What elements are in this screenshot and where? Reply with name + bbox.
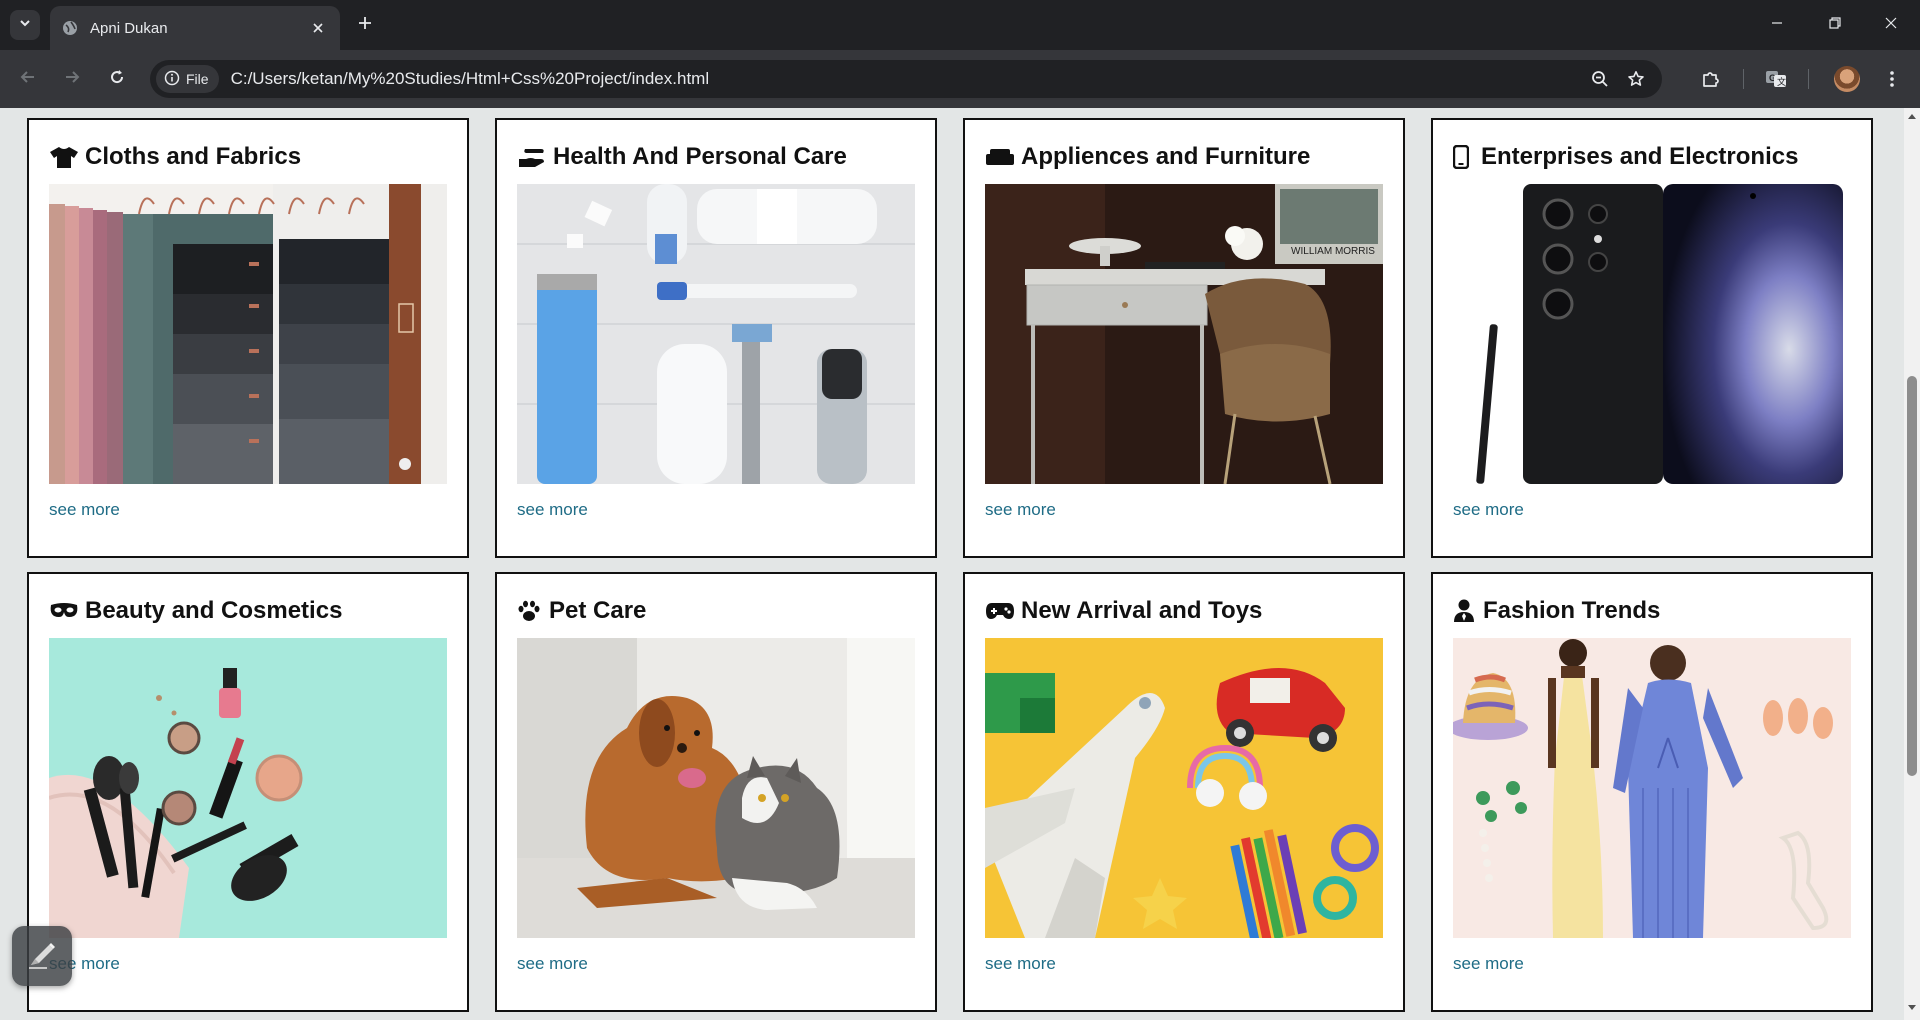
mask-icon: [49, 598, 79, 624]
arrow-left-icon: [19, 68, 37, 91]
scrollbar-thumb[interactable]: [1907, 376, 1917, 776]
new-tab-button[interactable]: [352, 12, 378, 38]
toolbar-divider: [1808, 69, 1809, 89]
svg-text:文: 文: [1777, 76, 1786, 87]
tshirt-icon: [49, 144, 79, 170]
minimize-button[interactable]: [1748, 0, 1806, 50]
page-content: Cloths and Fabrics see more Health And P…: [0, 108, 1904, 1020]
puzzle-icon[interactable]: [1695, 63, 1727, 95]
see-more-link[interactable]: see more: [517, 500, 588, 520]
page-scrollbar[interactable]: [1904, 108, 1920, 1020]
info-icon: [164, 70, 180, 89]
hand-holding-icon: [517, 144, 547, 170]
see-more-link[interactable]: see more: [985, 954, 1056, 974]
scroll-down-arrow-icon[interactable]: [1904, 1004, 1920, 1016]
user-tie-icon: [1453, 598, 1477, 624]
minimize-icon: [1770, 16, 1784, 35]
card-title: Appliences and Furniture: [1021, 143, 1311, 170]
category-image[interactable]: [49, 638, 447, 938]
address-bar[interactable]: File C:/Users/ketan/My%20Studies/Html+Cs…: [150, 60, 1662, 98]
see-more-link[interactable]: see more: [985, 500, 1056, 520]
category-card: Beauty and Cosmetics see more: [27, 572, 469, 1012]
category-image[interactable]: [517, 638, 915, 938]
see-more-link[interactable]: see more: [49, 500, 120, 520]
close-icon: [1884, 16, 1898, 35]
category-card: Cloths and Fabrics see more: [27, 118, 469, 558]
close-window-button[interactable]: [1862, 0, 1920, 50]
card-title: Fashion Trends: [1483, 597, 1661, 624]
card-title: Enterprises and Electronics: [1481, 143, 1799, 170]
card-header: Enterprises and Electronics: [1453, 140, 1851, 174]
category-image[interactable]: [49, 184, 447, 484]
category-image[interactable]: [1453, 184, 1851, 484]
category-card: New Arrival and Toys see more: [963, 572, 1405, 1012]
site-chip-label: File: [186, 71, 209, 87]
card-header: Health And Personal Care: [517, 140, 915, 174]
chevron-down-icon: [18, 16, 32, 35]
active-tab[interactable]: Apni Dukan: [50, 6, 340, 50]
couch-icon: [985, 144, 1015, 170]
avatar[interactable]: [1834, 66, 1860, 92]
card-header: Pet Care: [517, 594, 915, 628]
see-more-link[interactable]: see more: [517, 954, 588, 974]
card-header: Beauty and Cosmetics: [49, 594, 447, 628]
card-header: Cloths and Fabrics: [49, 140, 447, 174]
forward-button[interactable]: [56, 63, 88, 95]
restore-icon: [1828, 16, 1842, 35]
reload-button[interactable]: [101, 63, 133, 95]
site-info-chip[interactable]: File: [156, 65, 219, 93]
pen-icon: [25, 937, 59, 976]
category-card: Health And Personal Care see more: [495, 118, 937, 558]
scroll-up-arrow-icon[interactable]: [1904, 112, 1920, 124]
browser-toolbar: File C:/Users/ketan/My%20Studies/Html+Cs…: [0, 50, 1920, 108]
svg-text:WILLIAM MORRIS: WILLIAM MORRIS: [1291, 246, 1375, 257]
category-card: Fashion Trends see more: [1431, 572, 1873, 1012]
reload-icon: [108, 68, 126, 91]
arrow-right-icon: [63, 68, 81, 91]
toolbar-divider: [1743, 69, 1744, 89]
category-image[interactable]: [1453, 638, 1851, 938]
tab-title: Apni Dukan: [90, 19, 168, 37]
category-image[interactable]: [985, 638, 1383, 938]
floating-pen-widget[interactable]: [12, 926, 72, 986]
mobile-phone-icon: [1453, 144, 1475, 170]
gamepad-icon: [985, 598, 1015, 624]
tab-search-button[interactable]: [10, 10, 40, 40]
card-title: Beauty and Cosmetics: [85, 597, 343, 624]
see-more-link[interactable]: see more: [1453, 500, 1524, 520]
translate-icon[interactable]: G文: [1760, 63, 1792, 95]
back-button[interactable]: [12, 63, 44, 95]
category-image[interactable]: [517, 184, 915, 484]
kebab-menu-icon[interactable]: [1876, 63, 1908, 95]
see-more-link[interactable]: see more: [1453, 954, 1524, 974]
card-title: Pet Care: [549, 597, 647, 624]
card-title: New Arrival and Toys: [1021, 597, 1263, 624]
url-text[interactable]: C:/Users/ketan/My%20Studies/Html+Css%20P…: [231, 69, 1582, 89]
category-card: Enterprises and Electronics see more: [1431, 118, 1873, 558]
card-header: Appliences and Furniture: [985, 140, 1383, 174]
tab-strip: Apni Dukan: [0, 0, 1920, 50]
card-title: Cloths and Fabrics: [85, 143, 302, 170]
star-icon[interactable]: [1618, 61, 1654, 97]
card-header: New Arrival and Toys: [985, 594, 1383, 628]
card-header: Fashion Trends: [1453, 594, 1851, 628]
paw-icon: [517, 598, 543, 624]
card-title: Health And Personal Care: [553, 143, 847, 170]
restore-button[interactable]: [1806, 0, 1864, 50]
plus-icon: [357, 15, 373, 36]
zoom-out-icon[interactable]: [1582, 61, 1618, 97]
category-image[interactable]: WILLIAM MORRIS: [985, 184, 1383, 484]
category-card: Pet Care see more: [495, 572, 937, 1012]
globe-icon: [62, 20, 78, 36]
close-icon[interactable]: [308, 18, 328, 38]
category-card: Appliences and Furniture WILLIAM MORRIS: [963, 118, 1405, 558]
